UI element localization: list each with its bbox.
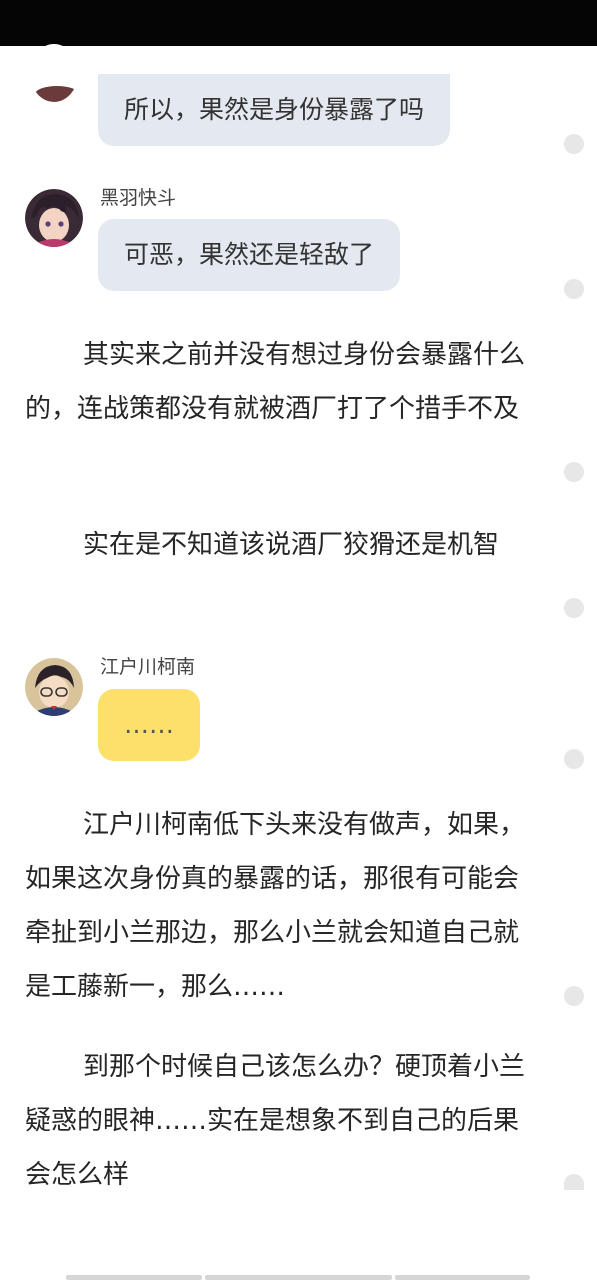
scroll-dot bbox=[564, 134, 584, 154]
scroll-dot bbox=[564, 749, 584, 769]
story-paragraph-3: 江户川柯南低下头来没有做声，如果，如果这次身份真的暴露的话，那很有可能会牵扯到小… bbox=[25, 810, 526, 1002]
bottom-tab-2[interactable] bbox=[205, 1275, 392, 1280]
chat-bubble-1: 所以，果然是身份暴露了吗 bbox=[98, 74, 451, 146]
avatar-conan[interactable] bbox=[25, 658, 83, 716]
story-paragraph-2: 实在是不知道该说酒厂狡猾还是机智 bbox=[83, 530, 500, 560]
chat-bubble-2: 可恶，果然还是轻敌了 bbox=[98, 219, 401, 291]
speaker-name: 黑羽快斗 bbox=[100, 187, 177, 209]
conan-avatar-icon bbox=[25, 658, 83, 716]
scroll-dot bbox=[564, 1174, 584, 1190]
scroll-dot bbox=[564, 986, 584, 1006]
status-bar bbox=[0, 0, 597, 46]
scroll-dot bbox=[564, 462, 584, 482]
avatar-partial[interactable] bbox=[30, 44, 78, 102]
scroll-dot bbox=[564, 598, 584, 618]
anime-avatar-dark-icon bbox=[30, 44, 78, 102]
speaker-name: 江户川柯南 bbox=[100, 656, 196, 678]
kaito-avatar-icon bbox=[25, 189, 83, 247]
chat-bubble-3: …… bbox=[98, 689, 200, 761]
story-paragraph-4: 到那个时候自己该怎么办？硬顶着小兰疑惑的眼神……实在是想象不到自己的后果会怎么样 bbox=[25, 1052, 526, 1190]
bottom-tab-3[interactable] bbox=[395, 1275, 530, 1280]
avatar-kaito[interactable] bbox=[25, 189, 83, 247]
bottom-toolbar-edge bbox=[0, 1275, 597, 1280]
story-paragraph-1: 其实来之前并没有想过身份会暴露什么的，连战策都没有就被酒厂打了个措手不及 bbox=[25, 340, 526, 424]
scroll-dot bbox=[564, 279, 584, 299]
bottom-tab-1[interactable] bbox=[66, 1275, 202, 1280]
